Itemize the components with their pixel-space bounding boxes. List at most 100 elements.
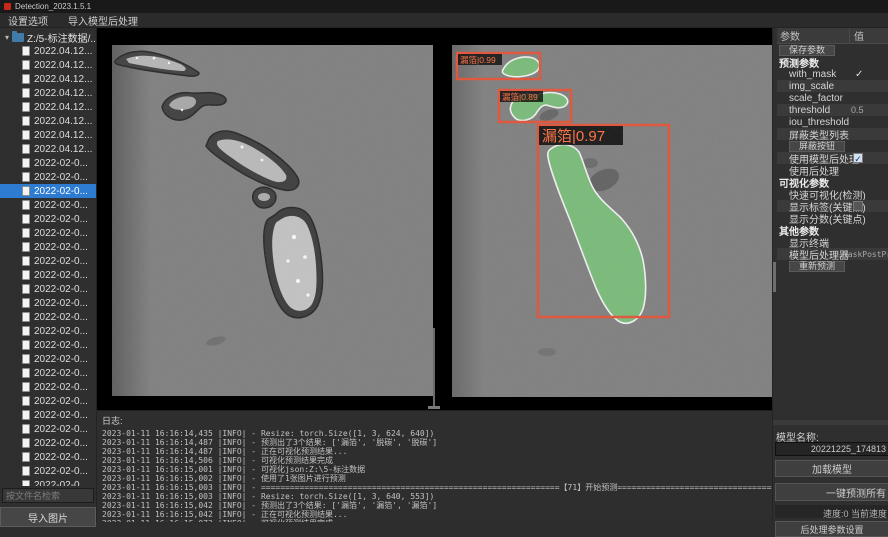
tree-item[interactable]: 2022-02-0...	[0, 408, 96, 422]
param-name: scale_factor	[789, 93, 888, 104]
panel-splitter[interactable]	[433, 328, 435, 406]
tree-item[interactable]: 2022-02-0...	[0, 268, 96, 282]
tree-item-label: 2022-02-0...	[34, 354, 88, 365]
tree-item[interactable]: 2022-02-0...	[0, 394, 96, 408]
checkbox[interactable]	[853, 201, 863, 211]
tree-item[interactable]: 2022.04.12...	[0, 100, 96, 114]
tree-item-label: 2022-02-0...	[34, 312, 88, 323]
file-icon	[22, 354, 30, 364]
tree-item[interactable]: 2022-02-0...	[0, 170, 96, 184]
param-row[interactable]: img_scale	[777, 80, 888, 92]
tree-item[interactable]: 2022-02-0...	[0, 226, 96, 240]
model-name-field[interactable]: 20221225_174813	[775, 442, 888, 456]
file-icon	[22, 200, 30, 210]
tree-item[interactable]: 2022.04.12...	[0, 114, 96, 128]
param-row[interactable]: with_mask✓	[777, 68, 888, 80]
tree-item[interactable]: 2022-02-0...	[0, 338, 96, 352]
tree-item[interactable]: 2022-02-0...	[0, 450, 96, 464]
tree-item[interactable]: 2022-02-0...	[0, 184, 96, 198]
param-name: 使用后处理	[789, 163, 888, 178]
tree-item[interactable]: 2022-02-0...	[0, 254, 96, 268]
tree-item[interactable]: 2022-02-0...	[0, 198, 96, 212]
tree-item[interactable]: 2022-02-0...	[0, 240, 96, 254]
postprocess-settings-button[interactable]: 后处理参数设置	[775, 521, 888, 537]
parameter-sidebar: 参数 值 保存参数预测参数with_mask✓img_scalescale_fa…	[772, 28, 888, 522]
tree-item-label: 2022-02-0...	[34, 396, 88, 407]
tree-item[interactable]: 2022.04.12...	[0, 128, 96, 142]
scrollbar-thumb[interactable]	[773, 262, 776, 292]
tree-item-label: 2022-02-0	[34, 480, 80, 487]
tree-item-label: 2022-02-0...	[34, 186, 88, 197]
tree-item[interactable]: 2022.04.12...	[0, 58, 96, 72]
load-model-button[interactable]: 加载模型	[775, 460, 888, 477]
param-row[interactable]: scale_factor	[777, 92, 888, 104]
tree-item[interactable]: 2022-02-0...	[0, 422, 96, 436]
tree-item[interactable]: 2022-02-0...	[0, 352, 96, 366]
tree-item[interactable]: 2022.04.12...	[0, 142, 96, 156]
import-images-button[interactable]: 导入图片	[0, 507, 96, 527]
panel-splitter-handle[interactable]	[428, 406, 440, 409]
param-row[interactable]: threshold0.5	[777, 104, 888, 116]
header-value: 值	[849, 28, 888, 43]
file-icon	[22, 424, 30, 434]
tree-item[interactable]: 2022-02-0...	[0, 310, 96, 324]
file-icon	[22, 88, 30, 98]
prediction-image: 漏箔|0.99 漏箔|0.89 漏箔|0.97	[452, 45, 772, 397]
tree-item[interactable]: 2022-02-0...	[0, 282, 96, 296]
tree-item[interactable]: 2022-02-0...	[0, 296, 96, 310]
checkbox[interactable]: ✓	[853, 153, 863, 163]
tree-item-label: 2022-02-0...	[34, 424, 88, 435]
param-row[interactable]: 使用后处理	[777, 164, 888, 176]
tree-item-label: 2022-02-0...	[34, 466, 88, 477]
file-icon	[22, 452, 30, 462]
original-image	[112, 45, 433, 396]
tree-root[interactable]: ▾ Z:/5-标注数据/...	[0, 30, 96, 44]
window-title: Detection_2023.1.5.1	[15, 2, 91, 11]
tree-item[interactable]: 2022-02-0	[0, 478, 96, 486]
param-row[interactable]: 屏蔽类型列表	[777, 128, 888, 140]
file-icon	[22, 46, 30, 56]
menu-settings[interactable]: 设置选项	[8, 13, 48, 28]
tree-item-label: 2022-02-0...	[34, 158, 88, 169]
param-row[interactable]: 模型后处理器MaskPostPro	[777, 248, 888, 260]
tree-item[interactable]: 2022.04.12...	[0, 72, 96, 86]
tree-item[interactable]: 2022-02-0...	[0, 366, 96, 380]
log-line: 2023-01-11 16:16:14,506 |INFO| - 可视化预测结果…	[97, 456, 772, 465]
predict-all-button[interactable]: 一键预测所有	[775, 483, 888, 501]
tree-item-label: 2022-02-0...	[34, 256, 88, 267]
prediction-image-panel[interactable]: 漏箔|0.99 漏箔|0.89 漏箔|0.97	[452, 45, 772, 397]
original-image-panel[interactable]	[112, 45, 433, 396]
chevron-down-icon[interactable]: ▾	[5, 33, 9, 42]
re-predict-button[interactable]: 重新预测	[789, 261, 845, 272]
tree-item-label: 2022-02-0...	[34, 200, 88, 211]
tree-item-label: 2022.04.12...	[34, 60, 92, 71]
file-tree[interactable]: ▾ Z:/5-标注数据/... 2022.04.12...2022.04.12.…	[0, 28, 96, 486]
tree-item[interactable]: 2022-02-0...	[0, 156, 96, 170]
file-icon	[22, 284, 30, 294]
parameter-table-header: 参数 值	[777, 28, 888, 44]
log-title: 日志:	[97, 411, 772, 429]
menu-import-postprocess[interactable]: 导入模型后处理	[68, 13, 138, 28]
param-row[interactable]: 显示分数(关键点)	[777, 212, 888, 224]
search-input[interactable]	[2, 488, 94, 503]
file-icon	[22, 186, 30, 196]
tree-item[interactable]: 2022-02-0...	[0, 436, 96, 450]
speed-status: 速度:0 当前速度	[775, 505, 888, 518]
log-area[interactable]: 日志: 2023-01-11 16:16:14,435 |INFO| - Res…	[97, 410, 772, 522]
tree-item[interactable]: 2022-02-0...	[0, 212, 96, 226]
app-window: Detection_2023.1.5.1 设置选项 导入模型后处理 ▾ Z:/5…	[0, 0, 888, 522]
tree-item[interactable]: 2022-02-0...	[0, 324, 96, 338]
tree-item-label: 2022-02-0...	[34, 452, 88, 463]
tree-item[interactable]: 2022.04.12...	[0, 86, 96, 100]
tree-item-label: 2022-02-0...	[34, 228, 88, 239]
file-icon	[22, 102, 30, 112]
log-line: 2023-01-11 16:16:14,487 |INFO| - 正在可视化预测…	[97, 447, 772, 456]
file-icon	[22, 158, 30, 168]
tree-item[interactable]: 2022-02-0...	[0, 380, 96, 394]
tree-item[interactable]: 2022-02-0...	[0, 464, 96, 478]
tree-item[interactable]: 2022.04.12...	[0, 44, 96, 58]
file-icon	[22, 242, 30, 252]
param-value: MaskPostPro	[843, 250, 888, 259]
log-line: 2023-01-11 16:16:14,435 |INFO| - Resize:…	[97, 429, 772, 438]
log-line: 2023-01-11 16:16:15,001 |INFO| - 可视化json…	[97, 465, 772, 474]
